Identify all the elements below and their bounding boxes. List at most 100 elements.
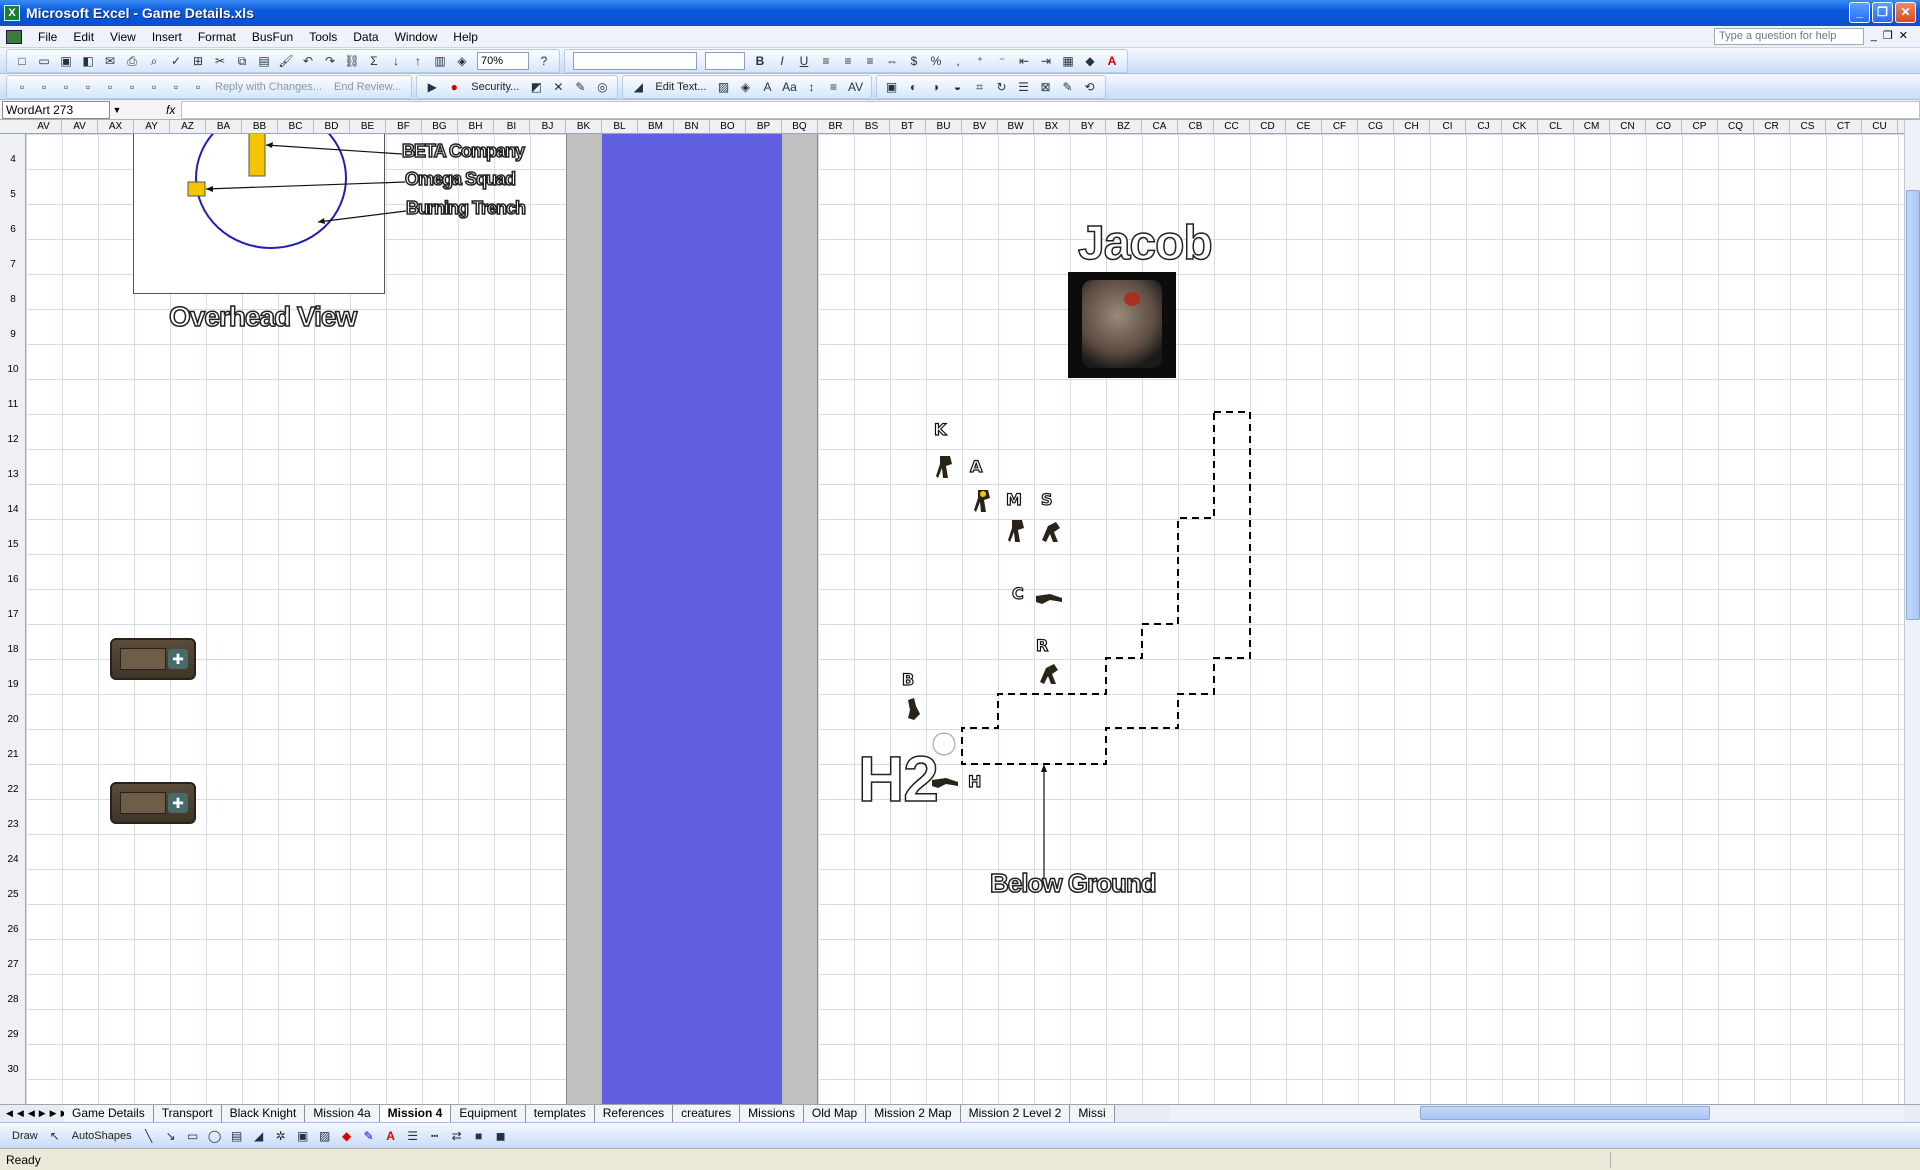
horizontal-scroll-thumb[interactable] (1420, 1106, 1710, 1120)
unit-marker-m[interactable]: M (1005, 489, 1022, 509)
column-header[interactable]: CH (1394, 120, 1430, 133)
character-spacing-icon[interactable]: AV (847, 78, 865, 96)
drawing-icon[interactable]: ◈ (453, 52, 471, 70)
close-button[interactable]: ✕ (1895, 2, 1916, 23)
row-header[interactable]: 25 (0, 889, 26, 900)
row-header[interactable]: 21 (0, 749, 26, 760)
sheet-tab[interactable]: Missi (1070, 1105, 1115, 1122)
toolbar-icon-6[interactable]: ▫ (123, 78, 141, 96)
picture-tool-icon-3[interactable]: ◑ (927, 78, 945, 96)
column-header[interactable]: BA (206, 120, 242, 133)
column-header[interactable]: BE (350, 120, 386, 133)
sheet-tab[interactable]: creatures (673, 1105, 741, 1122)
row-header[interactable]: 14 (0, 504, 26, 515)
column-header[interactable]: BV (962, 120, 998, 133)
vertical-scrollbar[interactable] (1904, 120, 1920, 1104)
picture-tool-icon-4[interactable]: ◒ (949, 78, 967, 96)
print-icon[interactable]: ⎙ (123, 52, 141, 70)
workbook-icon[interactable] (6, 29, 22, 44)
format-wordart-icon[interactable]: ◈ (737, 78, 755, 96)
row-header[interactable]: 11 (0, 399, 26, 410)
format-picture-icon[interactable]: ✎ (1059, 78, 1077, 96)
bold-icon[interactable]: B (751, 52, 769, 70)
row-header[interactable]: 23 (0, 819, 26, 830)
draw-menu-button[interactable]: Draw (6, 1130, 44, 1142)
rotate-icon[interactable]: ↻ (993, 78, 1011, 96)
soldier-r-icon[interactable] (1038, 662, 1060, 688)
column-header[interactable]: AZ (170, 120, 206, 133)
column-header[interactable]: CP (1682, 120, 1718, 133)
menu-data[interactable]: Data (345, 30, 386, 44)
help-search-input[interactable]: Type a question for help (1714, 28, 1864, 45)
sort-ascending-icon[interactable]: ↓ (387, 52, 405, 70)
sheet-tab[interactable]: Transport (153, 1105, 222, 1122)
control-toolbox-icon[interactable]: ✕ (549, 78, 567, 96)
column-header[interactable]: BJ (530, 120, 566, 133)
sheet-tab[interactable]: Mission 4 (379, 1105, 452, 1122)
formula-input[interactable] (181, 100, 1920, 119)
increase-indent-icon[interactable]: ⇥ (1037, 52, 1055, 70)
column-header[interactable]: CM (1574, 120, 1610, 133)
column-header[interactable]: AV (26, 120, 62, 133)
sheet-tab[interactable]: Equipment (451, 1105, 526, 1122)
wordart-gallery-icon[interactable]: ▨ (715, 78, 733, 96)
hyperlink-icon[interactable]: ⛓ (343, 52, 361, 70)
font-select[interactable] (573, 51, 697, 70)
h2-label[interactable]: H2 (857, 742, 939, 816)
column-header[interactable]: BF (386, 120, 422, 133)
row-header[interactable]: 17 (0, 609, 26, 620)
column-header[interactable]: BW (998, 120, 1034, 133)
fill-color-icon[interactable]: ◆ (1081, 52, 1099, 70)
align-center-icon[interactable]: ≡ (839, 52, 857, 70)
italic-icon[interactable]: I (773, 52, 791, 70)
column-header[interactable]: CJ (1466, 120, 1502, 133)
column-header[interactable]: CL (1538, 120, 1574, 133)
format-painter-icon[interactable]: 🖌 (277, 52, 295, 70)
tab-navigation-arrows[interactable]: ◀◀◀▶▶▶ (0, 1108, 68, 1119)
column-header[interactable]: CS (1790, 120, 1826, 133)
row-header[interactable]: 20 (0, 714, 26, 725)
vertical-text-icon[interactable]: ↕ (803, 78, 821, 96)
visual-basic-icon[interactable]: ◩ (527, 78, 545, 96)
3d-style-icon[interactable]: ◼ (492, 1127, 510, 1145)
column-header[interactable]: CG (1358, 120, 1394, 133)
insert-function-icon[interactable]: fx (166, 103, 175, 117)
unit-marker-s[interactable]: S (1040, 489, 1053, 509)
column-header[interactable]: CA (1142, 120, 1178, 133)
percent-icon[interactable]: % (927, 52, 945, 70)
soldier-m-icon[interactable] (1006, 518, 1028, 544)
menu-view[interactable]: View (102, 30, 144, 44)
picture-tool-icon[interactable]: ▨ (316, 1127, 334, 1145)
sheet-tab[interactable]: Mission 4a (305, 1105, 380, 1122)
unit-marker-b[interactable]: B (901, 669, 914, 689)
insert-wordart-icon[interactable]: ◢ (629, 78, 647, 96)
soldier-a-icon[interactable] (972, 488, 994, 514)
diagram-tool-icon[interactable]: ✲ (272, 1127, 290, 1145)
column-header[interactable]: BB (242, 120, 278, 133)
menu-help[interactable]: Help (445, 30, 486, 44)
fill-color-draw-icon[interactable]: ◆ (338, 1127, 356, 1145)
row-header[interactable]: 29 (0, 1029, 26, 1040)
reset-picture-icon[interactable]: ⟲ (1081, 78, 1099, 96)
column-header[interactable]: BZ (1106, 120, 1142, 133)
column-header[interactable]: BN (674, 120, 710, 133)
edit-text-button[interactable]: Edit Text... (649, 81, 712, 93)
name-box[interactable]: WordArt 273 (2, 100, 110, 119)
autoshapes-menu-button[interactable]: AutoShapes (66, 1130, 138, 1142)
toolbar-icon-5[interactable]: ▫ (101, 78, 119, 96)
arrow-style-icon[interactable]: ⇄ (448, 1127, 466, 1145)
comma-icon[interactable]: , (949, 52, 967, 70)
wordart-shape-icon[interactable]: A (759, 78, 777, 96)
worksheet-grid[interactable]: BETA Company Omega Squad Burning Trench … (26, 134, 1906, 1104)
align-left-icon[interactable]: ≡ (817, 52, 835, 70)
unit-marker-h[interactable]: H (967, 771, 982, 791)
sheet-tab[interactable]: templates (525, 1105, 595, 1122)
column-header[interactable]: BP (746, 120, 782, 133)
decrease-decimal-icon[interactable]: ⁻ (993, 52, 1011, 70)
row-header[interactable]: 6 (0, 224, 26, 235)
menu-file[interactable]: File (30, 30, 65, 44)
help-icon[interactable]: ? (535, 52, 553, 70)
row-header[interactable]: 19 (0, 679, 26, 690)
row-header[interactable]: 13 (0, 469, 26, 480)
menu-tools[interactable]: Tools (301, 30, 345, 44)
